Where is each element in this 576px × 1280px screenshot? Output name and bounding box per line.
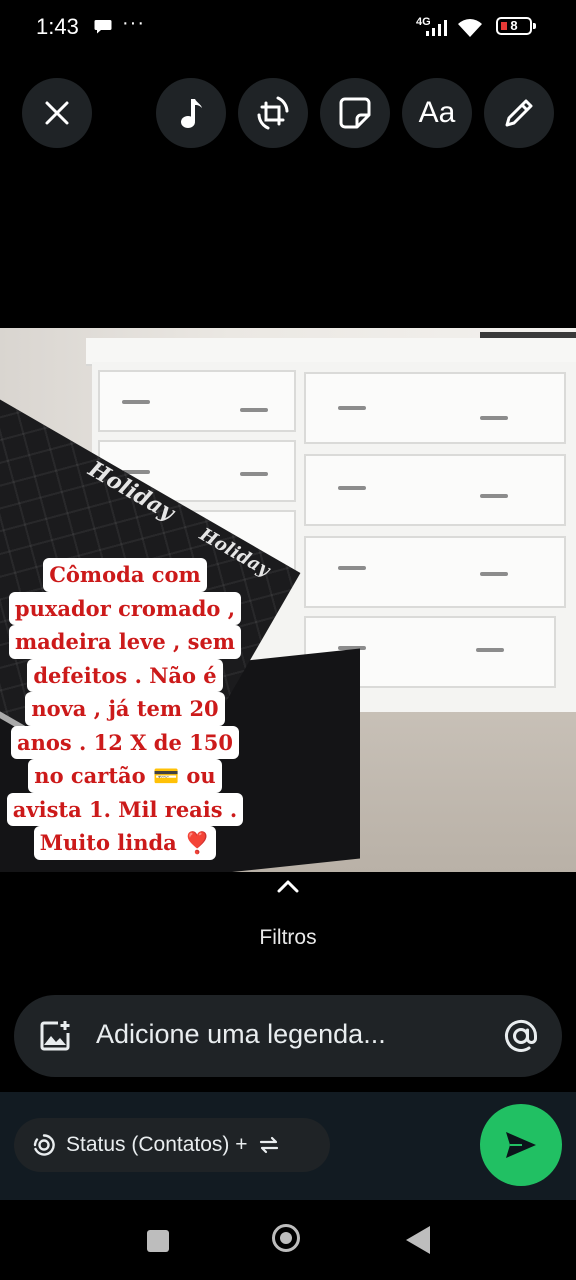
status-audience-label: Status (Contatos) + [66,1133,248,1156]
sticker-button[interactable] [320,78,390,148]
wifi-icon [458,19,482,37]
caption-placeholder[interactable]: Adicione uma legenda... [96,1019,386,1050]
send-icon [506,1132,536,1158]
status-time: 1:43 [36,14,79,39]
send-button[interactable] [480,1104,562,1186]
music-note-icon [181,99,202,128]
battery-icon: 8 [496,17,536,35]
crop-rotate-button[interactable] [238,78,308,148]
text-tool-label: Aa [418,96,456,129]
swap-icon [259,1136,278,1154]
bottom-bar: Status (Contatos) + [0,1092,576,1200]
sticker-icon [339,97,371,129]
home-button[interactable] [272,1224,300,1252]
status-bar: 1:43 ··· 4G 8 [0,0,576,56]
story-photo[interactable]: Holiday Holiday Cômoda com puxador croma… [0,328,576,872]
system-nav-bar [0,1200,576,1280]
draw-button[interactable] [484,78,554,148]
signal-icon [426,20,447,36]
text-button[interactable]: Aa [402,78,472,148]
close-button[interactable] [22,78,92,148]
status-icon [33,1134,55,1156]
crop-rotate-icon [257,96,289,130]
mention-icon[interactable] [502,1017,540,1055]
battery-level: 8 [510,18,518,33]
back-button[interactable] [406,1226,430,1254]
more-notifications-icon: ··· [122,12,145,34]
music-button[interactable] [156,78,226,148]
pencil-icon [505,99,533,127]
recents-button[interactable] [147,1230,169,1252]
close-icon [45,101,69,125]
caption-input[interactable]: Adicione uma legenda... [14,995,562,1077]
add-sticker-icon[interactable] [38,1019,72,1053]
chevron-up-icon[interactable] [276,878,300,894]
filters-label[interactable]: Filtros [0,926,576,950]
status-audience-button[interactable]: Status (Contatos) + [14,1118,330,1172]
message-bubble-icon [94,20,112,34]
